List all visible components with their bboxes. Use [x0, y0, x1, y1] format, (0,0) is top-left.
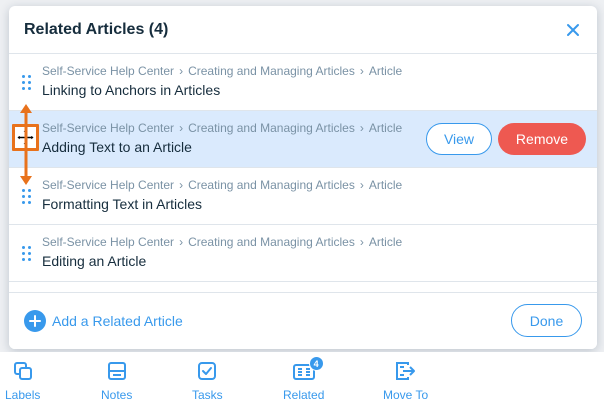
plus-circle-icon — [24, 310, 46, 332]
list-item[interactable]: Self-Service Help Center › Creating and Ma… — [9, 168, 597, 225]
toolbar-item-related[interactable]: 4 Related — [283, 356, 325, 402]
toolbar-item-tasks[interactable]: Tasks — [192, 360, 223, 402]
breadcrumb: Self-Service Help Center › Creating and Ma… — [42, 64, 403, 78]
add-related-article-label: Add a Related Article — [52, 313, 183, 329]
notes-icon — [107, 362, 126, 380]
add-related-article-button[interactable]: Add a Related Article — [24, 310, 183, 332]
drag-down-arrow-icon — [20, 143, 32, 185]
breadcrumb: Self-Service Help Center › Creating and Ma… — [42, 121, 403, 135]
drag-handle-icon[interactable] — [22, 246, 32, 262]
done-button[interactable]: Done — [511, 304, 582, 337]
list-item[interactable]: Self-Service Help Center › Creating and Ma… — [9, 225, 597, 282]
drag-handle-icon[interactable] — [22, 189, 32, 205]
related-articles-list: Self-Service Help Center › Creating and Ma… — [9, 54, 597, 291]
toolbar-label: Labels — [5, 388, 41, 402]
labels-icon — [13, 362, 32, 380]
breadcrumb: Self-Service Help Center › Creating and Ma… — [42, 178, 403, 192]
article-title: Linking to Anchors in Articles — [42, 82, 221, 98]
tasks-icon — [198, 362, 217, 380]
bottom-toolbar: Labels Notes Tasks 4 Related Move To — [0, 352, 604, 408]
panel-header: Related Articles (4) — [9, 6, 597, 54]
related-count-badge: 4 — [308, 356, 324, 371]
close-icon[interactable] — [563, 20, 583, 40]
toolbar-label: Related — [283, 388, 325, 402]
related-articles-panel: Related Articles (4) Self-Service Help C… — [9, 6, 597, 349]
toolbar-item-notes[interactable]: Notes — [101, 360, 132, 402]
toolbar-item-labels[interactable]: Labels — [5, 360, 40, 402]
list-item[interactable]: Self-Service Help Center › Creating and Ma… — [9, 111, 597, 168]
breadcrumb: Self-Service Help Center › Creating and Ma… — [42, 235, 403, 249]
panel-title: Related Articles (4) — [24, 20, 169, 38]
toolbar-label: Tasks — [192, 388, 223, 402]
drag-handle-icon[interactable] — [22, 75, 32, 91]
article-title: Adding Text to an Article — [42, 139, 192, 155]
view-button[interactable]: View — [426, 123, 492, 155]
toolbar-item-move-to[interactable]: Move To — [383, 360, 428, 402]
move-to-icon — [395, 362, 415, 380]
drag-up-arrow-icon — [20, 104, 32, 143]
list-item[interactable]: Self-Service Help Center › Creating and Ma… — [9, 54, 597, 111]
article-title: Editing an Article — [42, 253, 147, 269]
panel-footer: Add a Related Article Done — [9, 292, 597, 349]
article-title: Formatting Text in Articles — [42, 196, 203, 212]
toolbar-label: Move To — [383, 388, 429, 402]
toolbar-label: Notes — [101, 388, 133, 402]
remove-button[interactable]: Remove — [498, 123, 586, 155]
